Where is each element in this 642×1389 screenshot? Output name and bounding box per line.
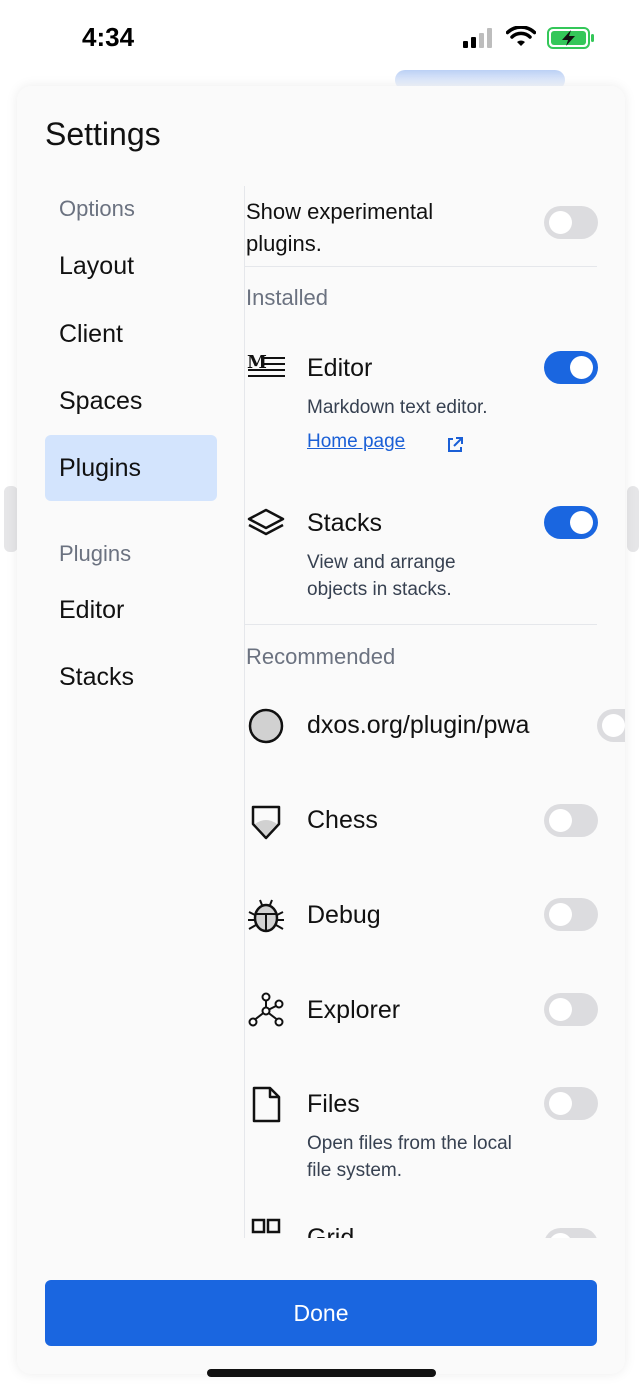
dialog-title: Settings (45, 116, 161, 152)
grid-icon (251, 1218, 281, 1234)
recommended-section-title: Recommended (246, 644, 396, 669)
pwa-toggle[interactable] (597, 709, 625, 742)
plugin-name-chess: Chess (307, 806, 378, 834)
shield-icon (251, 805, 281, 840)
background-card-left (4, 486, 18, 552)
plugin-name-pwa: dxos.org/plugin/pwa (307, 711, 530, 739)
explorer-toggle[interactable] (544, 993, 598, 1026)
file-icon (252, 1086, 281, 1123)
background-card-right (627, 486, 639, 552)
external-link-icon (448, 437, 463, 452)
nav-item-spaces[interactable]: Spaces (45, 368, 217, 434)
toggle-knob (570, 511, 593, 534)
stacks-toggle[interactable] (544, 506, 598, 539)
editor-toggle[interactable] (544, 351, 598, 384)
done-button[interactable]: Done (45, 1280, 597, 1346)
nav-item-layout[interactable]: Layout (45, 233, 217, 299)
nav-header-plugins: Plugins (59, 541, 132, 566)
cellular-signal-icon (463, 28, 492, 48)
nav-item-stacks[interactable]: Stacks (45, 644, 217, 710)
plugin-name-explorer: Explorer (307, 996, 401, 1024)
experimental-plugins-label: Show experimental plugins. (246, 199, 434, 256)
editor-home-page-link[interactable]: Home page (307, 431, 405, 453)
circle-icon (248, 708, 284, 744)
wifi-icon (506, 26, 536, 46)
toggle-knob (549, 1233, 572, 1238)
settings-dialog: Settings Options Layout Client Spaces Pl… (17, 86, 625, 1374)
bug-icon (248, 899, 284, 933)
plugins-panel[interactable]: Show experimental plugins. Installed M E… (245, 186, 625, 1238)
graph-icon (248, 992, 284, 1027)
toggle-knob (549, 211, 572, 234)
plugin-name-debug: Debug (307, 901, 381, 929)
debug-toggle[interactable] (544, 898, 598, 931)
toggle-knob (549, 903, 572, 926)
status-time: 4:34 (82, 22, 135, 52)
experimental-plugins-toggle[interactable] (544, 206, 598, 239)
section-divider (245, 266, 597, 267)
nav-item-plugins[interactable]: Plugins (45, 435, 217, 501)
plugin-name-editor: Editor (307, 354, 373, 382)
grid-toggle[interactable] (544, 1228, 598, 1238)
plugin-name-stacks: Stacks (307, 509, 383, 537)
installed-section-title: Installed (246, 285, 328, 310)
home-indicator (207, 1369, 436, 1377)
section-divider (245, 624, 597, 625)
plugin-desc-files: Open files from the local file system. (307, 1133, 512, 1181)
battery-charging-icon (547, 27, 594, 49)
toggle-knob (549, 998, 572, 1021)
nav-header-options: Options (59, 196, 135, 221)
toggle-knob (549, 809, 572, 832)
plugin-name-grid: Grid (307, 1224, 355, 1238)
toggle-knob (570, 356, 593, 379)
layers-icon (247, 508, 285, 536)
status-bar: 4:34 (0, 0, 642, 78)
markdown-icon: M (247, 352, 285, 377)
toggle-knob (549, 1092, 572, 1115)
nav-item-editor[interactable]: Editor (45, 577, 217, 643)
nav-item-client[interactable]: Client (45, 301, 217, 367)
chess-toggle[interactable] (544, 804, 598, 837)
files-toggle[interactable] (544, 1087, 598, 1120)
plugin-desc-stacks: View and arrange objects in stacks. (307, 552, 456, 600)
toggle-knob (602, 714, 625, 737)
plugin-name-files: Files (307, 1090, 360, 1118)
plugin-desc-editor: Markdown text editor. (307, 397, 488, 418)
